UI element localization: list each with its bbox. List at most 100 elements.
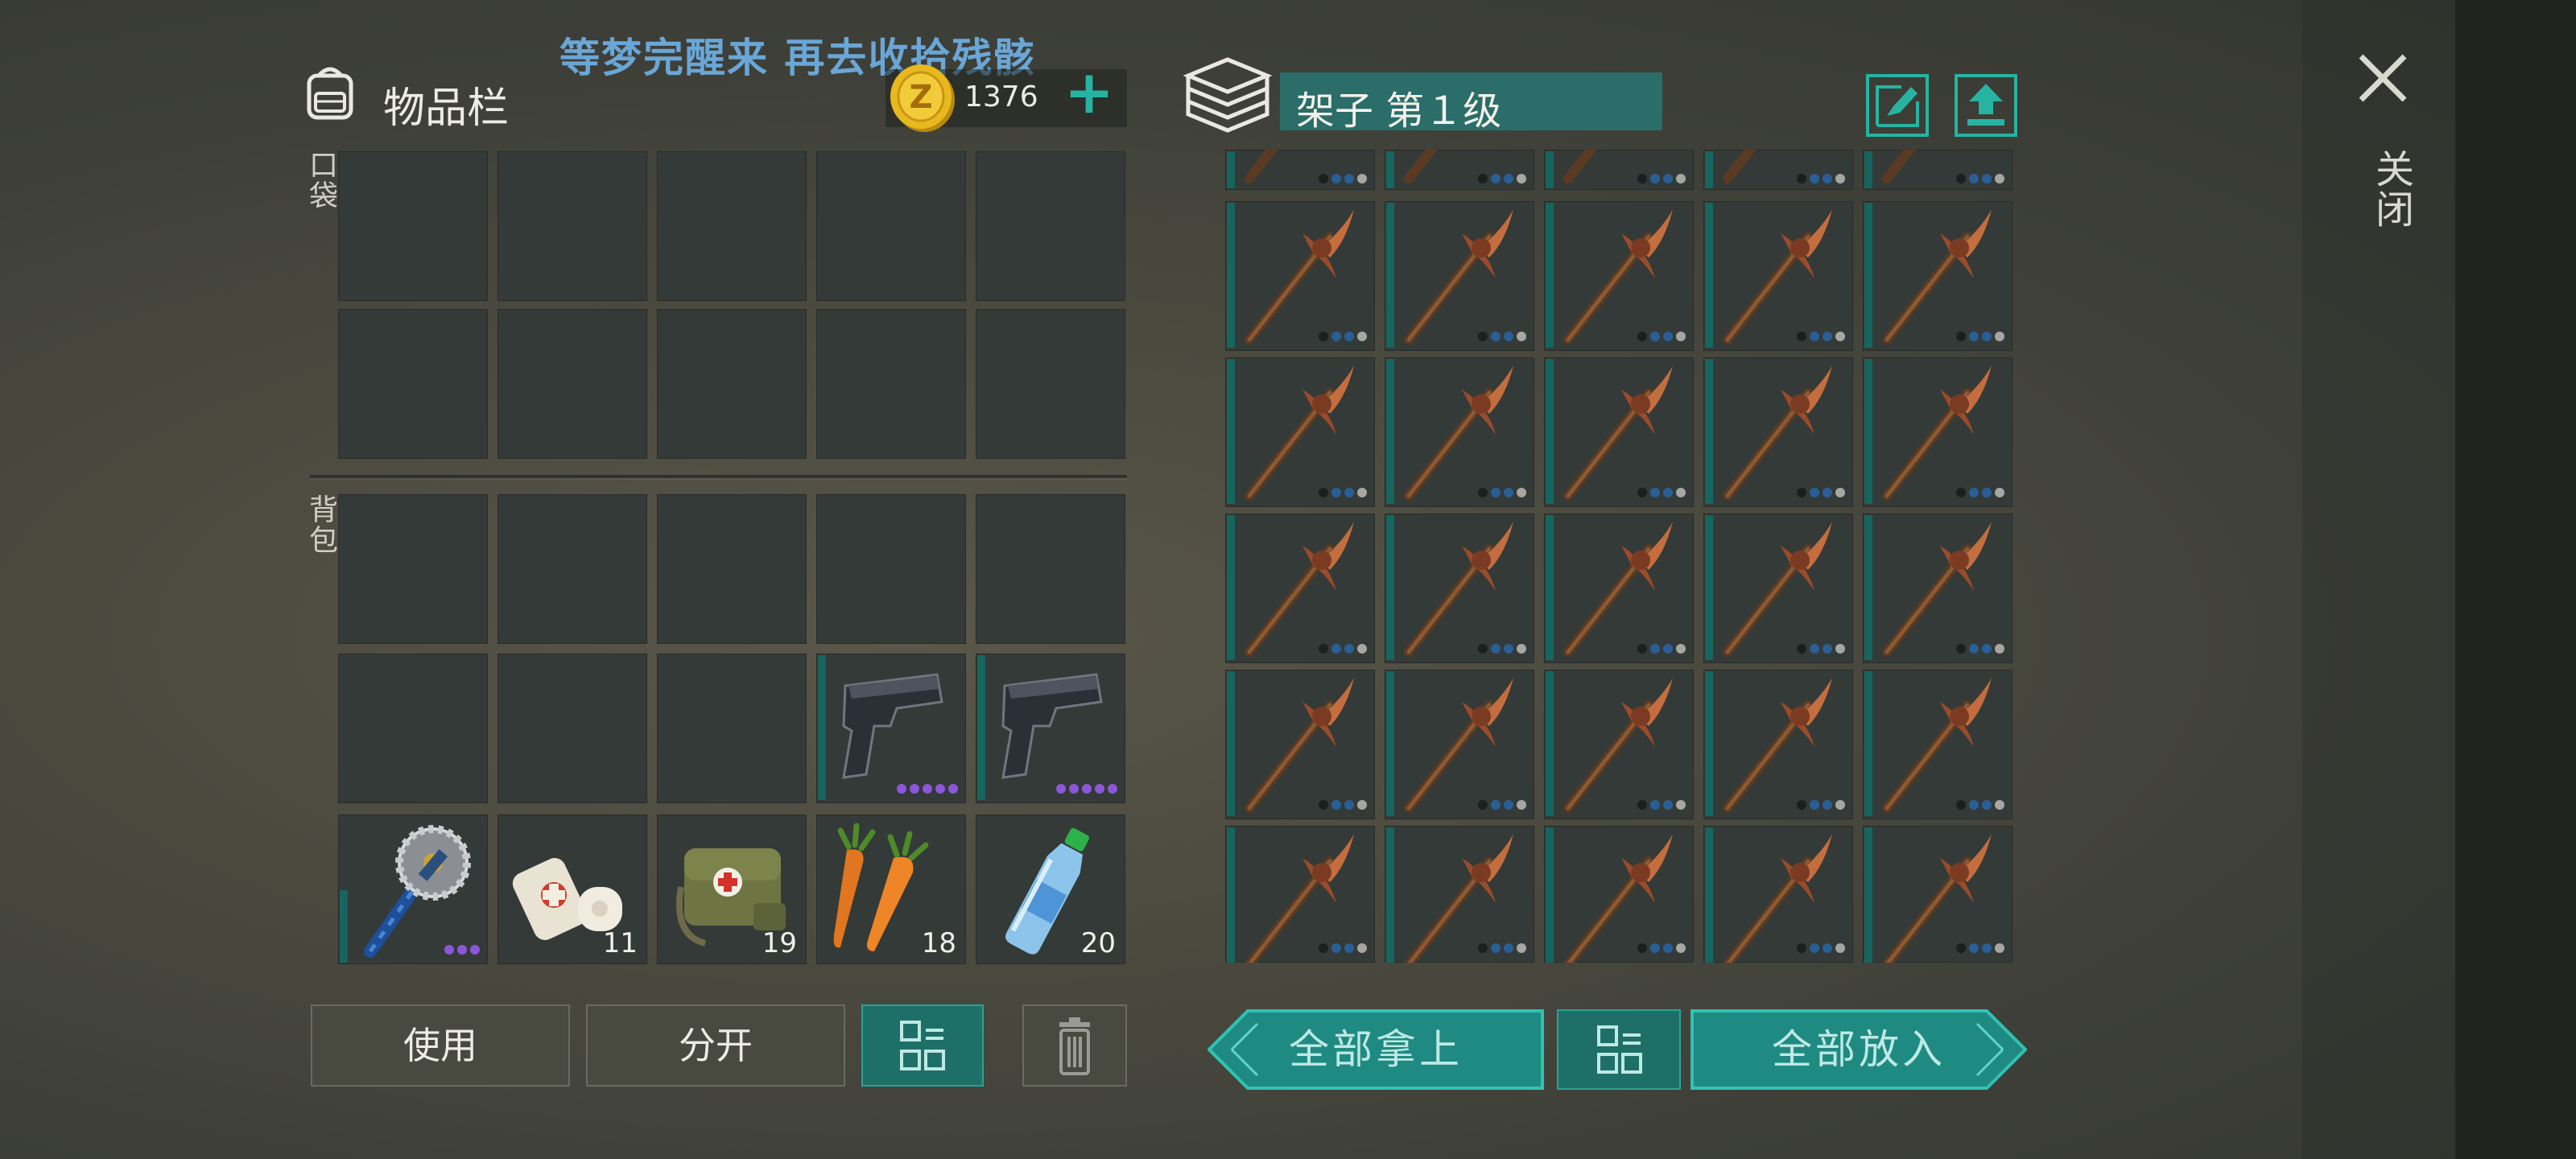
storage-slot-pickaxe[interactable]: [1225, 826, 1375, 963]
svg-text:Z: Z: [909, 79, 932, 116]
storage-slot-pickaxe[interactable]: [1863, 826, 2013, 963]
storage-slot-pickaxe[interactable]: [1385, 514, 1534, 663]
backpack-slot-pistol[interactable]: [816, 654, 966, 803]
pocket-slot[interactable]: [976, 309, 1125, 459]
grid-sort-icon: [900, 1021, 945, 1070]
sort-inventory-button[interactable]: [861, 1004, 984, 1087]
section-divider: [310, 475, 1127, 478]
storage-slot-pickaxe[interactable]: [1385, 670, 1534, 819]
backpack-slot-bandage[interactable]: 11: [497, 815, 647, 964]
wooden-pickaxe-icon: [1882, 522, 1992, 657]
pocket-slot[interactable]: [976, 151, 1125, 301]
storage-slot-pickaxe[interactable]: [1225, 201, 1375, 351]
wooden-pickaxe-icon: [1723, 150, 1757, 184]
wooden-pickaxe-icon: [1563, 834, 1673, 963]
backpack-slot-saw-mace[interactable]: [338, 815, 488, 964]
storage-slot-pickaxe[interactable]: [1703, 514, 1853, 663]
put-all-button[interactable]: 全部放入: [1690, 1009, 2027, 1090]
storage-slot-pickaxe[interactable]: [1544, 826, 1694, 963]
put-all-label: 全部放入: [1772, 1026, 1946, 1073]
storage-slot-pickaxe[interactable]: [1863, 357, 2013, 507]
storage-slot-pickaxe[interactable]: [1863, 201, 2013, 351]
wooden-pickaxe-icon: [1723, 365, 1832, 501]
quality-dots: [1319, 644, 1367, 654]
upload-icon: [1967, 84, 2004, 126]
pistol-icon: [1001, 673, 1103, 779]
quality-dots: [1478, 174, 1526, 184]
sort-storage-button[interactable]: [1557, 1009, 1681, 1090]
pocket-slot[interactable]: [497, 151, 647, 301]
backpack-slot-carrots[interactable]: 18: [816, 815, 966, 964]
backpack-slot-pistol[interactable]: [976, 654, 1125, 803]
split-button[interactable]: 分开: [586, 1004, 845, 1087]
storage-slot-pickaxe[interactable]: [1703, 826, 1853, 963]
quality-dots: [1637, 943, 1686, 953]
coin-value: 1376: [964, 80, 1038, 113]
storage-slot-pickaxe[interactable]: [1225, 670, 1375, 819]
close-icon[interactable]: [2355, 50, 2411, 106]
backpack-label: 背包: [304, 494, 337, 555]
inventory-title: 物品栏: [383, 85, 510, 133]
storage-slot-pickaxe[interactable]: [1703, 150, 1853, 190]
backpack-slot-medkit-bag[interactable]: 19: [657, 815, 807, 964]
backpack-slot[interactable]: [497, 494, 647, 644]
backpack-slot[interactable]: [338, 654, 488, 803]
quality-dots: [1797, 488, 1845, 497]
storage-slot-pickaxe[interactable]: [1544, 201, 1694, 351]
storage-slot-pickaxe[interactable]: [1385, 826, 1534, 963]
storage-slot-pickaxe[interactable]: [1703, 670, 1853, 819]
upgrade-button[interactable]: [1955, 74, 2017, 137]
pocket-label: 口袋: [304, 150, 337, 211]
pocket-slot[interactable]: [338, 151, 488, 301]
quality-dots: [1637, 332, 1686, 341]
backpack-slot-water-bottle[interactable]: 20: [976, 815, 1125, 964]
take-all-button[interactable]: 全部拿上: [1208, 1009, 1544, 1090]
add-coins-button[interactable]: +: [1061, 63, 1117, 122]
backpack-slot[interactable]: [657, 654, 807, 803]
wooden-pickaxe-icon: [1563, 678, 1673, 813]
backpack-slot[interactable]: [657, 494, 807, 644]
grid-sort-icon: [1597, 1025, 1642, 1074]
pistol-icon: [842, 673, 943, 779]
backpack-slot[interactable]: [497, 654, 647, 803]
use-button[interactable]: 使用: [311, 1004, 570, 1087]
storage-slot-pickaxe[interactable]: [1544, 670, 1694, 819]
storage-slot-pickaxe[interactable]: [1385, 201, 1534, 351]
pocket-slot[interactable]: [657, 151, 807, 301]
storage-slot-pickaxe[interactable]: [1544, 514, 1694, 663]
storage-slot-pickaxe[interactable]: [1863, 670, 2013, 819]
storage-slot-pickaxe[interactable]: [1225, 514, 1375, 663]
storage-slot-pickaxe[interactable]: [1225, 150, 1375, 190]
backpack-icon: [307, 67, 353, 120]
pocket-slot[interactable]: [657, 309, 807, 459]
rename-button[interactable]: [1866, 74, 1929, 137]
pocket-slot[interactable]: [816, 151, 966, 301]
close-label[interactable]: 关闭: [2363, 149, 2419, 229]
backpack-slot[interactable]: [816, 494, 966, 644]
storage-slot-pickaxe[interactable]: [1703, 357, 1853, 507]
wooden-pickaxe-icon: [1723, 209, 1832, 344]
edit-icon: [1876, 85, 1919, 127]
wooden-pickaxe-icon: [1404, 365, 1513, 501]
storage-slot-pickaxe[interactable]: [1863, 150, 2013, 190]
wooden-pickaxe-icon: [1245, 365, 1354, 501]
storage-slot-pickaxe[interactable]: [1544, 150, 1694, 190]
delete-button[interactable]: [1022, 1004, 1127, 1087]
storage-slot-pickaxe[interactable]: [1863, 514, 2013, 663]
pocket-slot[interactable]: [816, 309, 966, 459]
wooden-pickaxe-icon: [1404, 678, 1513, 813]
storage-slot-pickaxe[interactable]: [1225, 357, 1375, 507]
storage-slot-pickaxe[interactable]: [1544, 357, 1694, 507]
backpack-slot[interactable]: [976, 494, 1125, 644]
saw-mace-icon: [364, 825, 471, 958]
quality-dots: [1056, 784, 1117, 794]
backpack-slot[interactable]: [338, 494, 488, 644]
pocket-slot[interactable]: [497, 309, 647, 459]
storage-slot-pickaxe[interactable]: [1703, 201, 1853, 351]
pocket-slot[interactable]: [338, 309, 488, 459]
quality-dots: [1956, 174, 2004, 184]
storage-slot-pickaxe[interactable]: [1385, 357, 1534, 507]
storage-slot-pickaxe[interactable]: [1385, 150, 1534, 190]
wooden-pickaxe-icon: [1882, 365, 1992, 501]
wooden-pickaxe-icon: [1563, 522, 1673, 657]
